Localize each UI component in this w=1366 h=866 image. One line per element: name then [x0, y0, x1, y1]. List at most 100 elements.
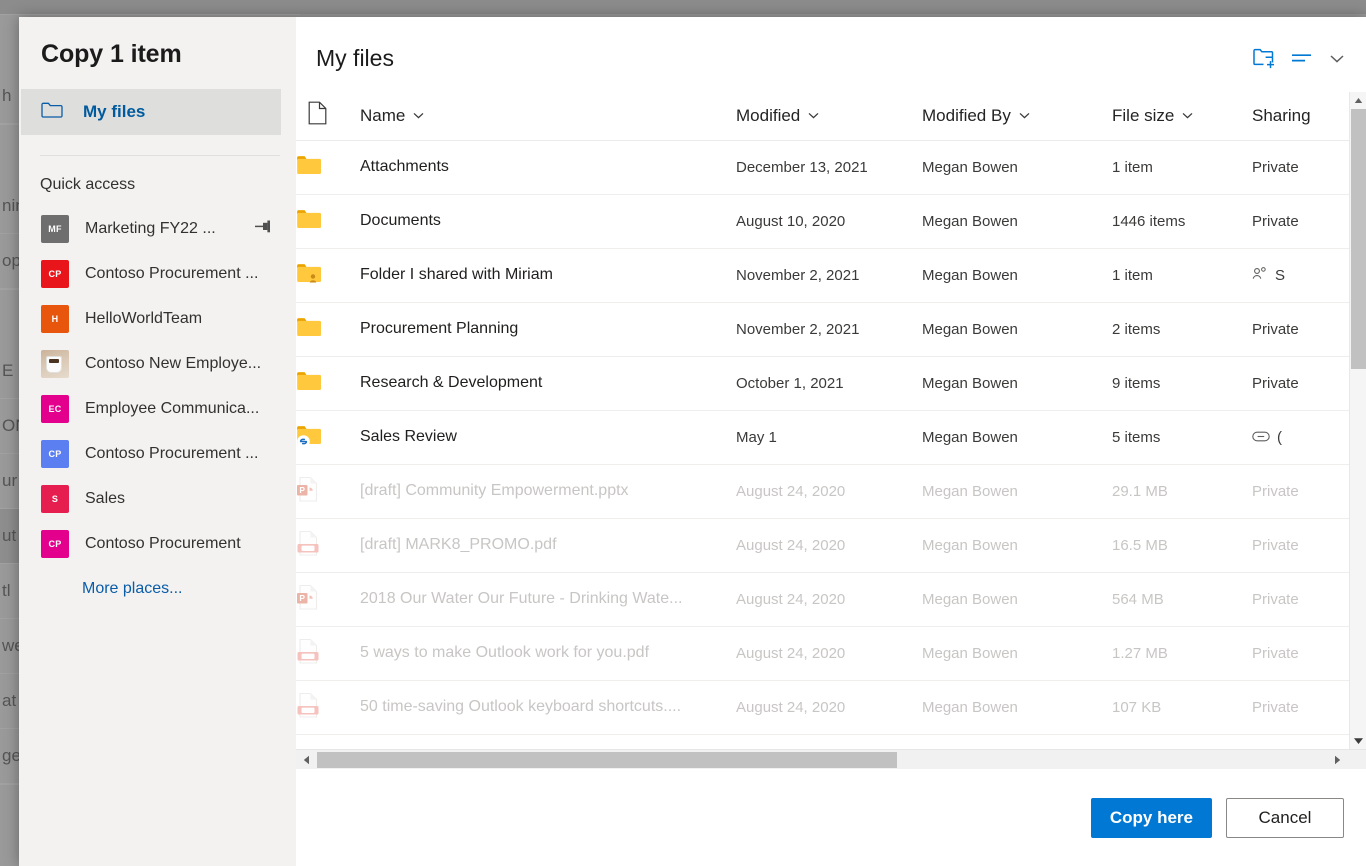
vertical-scrollbar[interactable]: [1349, 92, 1366, 749]
table-row[interactable]: DocumentsAugust 10, 2020Megan Bowen1446 …: [296, 194, 1366, 248]
file-browser-pane: My files: [296, 17, 1366, 866]
column-header-label: Modified: [736, 106, 800, 126]
chevron-down-icon: [412, 111, 425, 120]
cell-modified: August 24, 2020: [736, 626, 922, 680]
site-initials-badge: S: [41, 485, 69, 513]
column-sort-chevron-icon[interactable]: [807, 111, 820, 120]
column-header-file_size[interactable]: File size: [1112, 92, 1252, 140]
folder-icon: [296, 356, 360, 410]
file-name-label: Research & Development: [360, 374, 542, 391]
site-initials-badge: CP: [41, 440, 69, 468]
more-places-link[interactable]: More places...: [19, 566, 296, 598]
header-actions: [1252, 41, 1346, 69]
cell-modified: August 24, 2020: [736, 572, 922, 626]
table-row[interactable]: AttachmentsDecember 13, 2021Megan Bowen1…: [296, 140, 1366, 194]
backdrop-row: [0, 14, 300, 15]
column-sort-chevron-icon[interactable]: [412, 111, 425, 120]
quick-access-item-label: Sales: [85, 490, 125, 508]
column-header-name[interactable]: Name: [360, 92, 736, 140]
file-list-header-row: NameModifiedModified ByFile sizeSharing: [296, 92, 1366, 140]
quick-access-item[interactable]: S Sales: [19, 476, 296, 521]
quick-access-item-label: Employee Communica...: [85, 400, 259, 418]
cell-file-size: 16.5 MB: [1112, 518, 1252, 572]
column-sort-chevron-icon[interactable]: [1181, 111, 1194, 120]
table-row[interactable]: Research & DevelopmentOctober 1, 2021Meg…: [296, 356, 1366, 410]
quick-access-item[interactable]: CPContoso Procurement ...: [19, 251, 296, 296]
cell-modified-by: Megan Bowen: [922, 626, 1112, 680]
sharing-label: Private: [1252, 375, 1299, 392]
horizontal-scroll-thumb[interactable]: [317, 752, 897, 768]
vertical-scroll-thumb[interactable]: [1351, 109, 1366, 369]
cell-name[interactable]: Procurement Planning: [360, 302, 736, 356]
horizontal-scrollbar[interactable]: [296, 749, 1366, 769]
column-header-modified[interactable]: Modified: [736, 92, 922, 140]
cell-name[interactable]: Documents: [360, 194, 736, 248]
file-list-viewport: NameModifiedModified ByFile sizeSharing …: [296, 92, 1366, 749]
site-initials-badge: MF: [41, 215, 69, 243]
cell-modified: August 24, 2020: [736, 464, 922, 518]
quick-access-item[interactable]: HHelloWorldTeam: [19, 296, 296, 341]
cell-name[interactable]: Sales Review: [360, 410, 736, 464]
sharing-label: Private: [1252, 321, 1299, 338]
scroll-down-arrow[interactable]: [1350, 732, 1366, 749]
pin-icon[interactable]: [254, 219, 274, 238]
chevron-down-icon: [1018, 111, 1031, 120]
site-initials-badge: CP: [41, 530, 69, 558]
quick-access-item-label: Contoso Procurement ...: [85, 265, 258, 283]
scroll-left-arrow[interactable]: [298, 750, 315, 769]
column-sort-chevron-icon[interactable]: [1018, 111, 1031, 120]
table-row[interactable]: Sales ReviewMay 1Megan Bowen5 items(: [296, 410, 1366, 464]
column-header-icon: [296, 92, 360, 140]
svg-text:P: P: [299, 593, 305, 603]
new-folder-icon[interactable]: [1252, 47, 1276, 69]
folder-icon: [296, 248, 360, 302]
quick-access-item[interactable]: MF Marketing FY22 ...: [19, 206, 296, 251]
quick-access-item[interactable]: ECEmployee Communica...: [19, 386, 296, 431]
quick-access-item[interactable]: CPContoso Procurement ...: [19, 431, 296, 476]
quick-access-item-label: Contoso Procurement: [85, 535, 241, 553]
cell-modified: November 2, 2021: [736, 302, 922, 356]
sharing-label: Private: [1252, 645, 1299, 662]
table-row[interactable]: Procurement PlanningNovember 2, 2021Mega…: [296, 302, 1366, 356]
file-name-label: 5 ways to make Outlook work for you.pdf: [360, 644, 649, 661]
column-header-modified_by[interactable]: Modified By: [922, 92, 1112, 140]
table-row: [draft] MARK8_PROMO.pdfAugust 24, 2020Me…: [296, 518, 1366, 572]
scroll-up-arrow[interactable]: [1350, 92, 1366, 109]
quick-access-item[interactable]: CP Contoso Procurement: [19, 521, 296, 566]
cell-file-size: 2 items: [1112, 302, 1252, 356]
sharing-label: Private: [1252, 591, 1299, 608]
scroll-right-arrow[interactable]: [1329, 750, 1346, 769]
cancel-button[interactable]: Cancel: [1226, 798, 1344, 838]
cell-file-size: 1446 items: [1112, 194, 1252, 248]
cell-modified-by: Megan Bowen: [922, 248, 1112, 302]
cell-name[interactable]: Research & Development: [360, 356, 736, 410]
cell-file-size: 1 item: [1112, 140, 1252, 194]
cell-name: 2018 Our Water Our Future - Drinking Wat…: [360, 572, 736, 626]
cell-modified: October 1, 2021: [736, 356, 922, 410]
chevron-down-icon[interactable]: [1328, 52, 1346, 64]
file-name-label: [draft] Community Empowerment.pptx: [360, 482, 629, 499]
folder-icon: [296, 302, 360, 356]
file-name-label: Sales Review: [360, 428, 457, 445]
view-options-icon[interactable]: [1290, 50, 1314, 66]
copy-item-dialog: Copy 1 item My files Quick access MFMark…: [19, 17, 1366, 866]
pdf-file-icon: [296, 518, 360, 572]
quick-access-item[interactable]: Contoso New Employe...: [19, 341, 296, 386]
folder-icon: [296, 410, 360, 464]
cell-name[interactable]: Attachments: [360, 140, 736, 194]
sharing-label: Private: [1252, 159, 1299, 176]
copy-here-button[interactable]: Copy here: [1091, 798, 1212, 838]
link-icon: [1252, 429, 1270, 446]
cell-file-size: 9 items: [1112, 356, 1252, 410]
chevron-down-icon: [1181, 111, 1194, 120]
cell-modified-by: Megan Bowen: [922, 464, 1112, 518]
quick-access-item-label: Contoso New Employe...: [85, 355, 261, 373]
sidebar-item-my-files[interactable]: My files: [21, 89, 281, 135]
chevron-down-icon: [807, 111, 820, 120]
quick-access-item-label: Marketing FY22 ...: [85, 220, 216, 238]
table-row[interactable]: Folder I shared with MiriamNovember 2, 2…: [296, 248, 1366, 302]
cell-name: 5 ways to make Outlook work for you.pdf: [360, 626, 736, 680]
column-header-label: File size: [1112, 106, 1174, 126]
svg-text:P: P: [299, 485, 305, 495]
cell-name[interactable]: Folder I shared with Miriam: [360, 248, 736, 302]
